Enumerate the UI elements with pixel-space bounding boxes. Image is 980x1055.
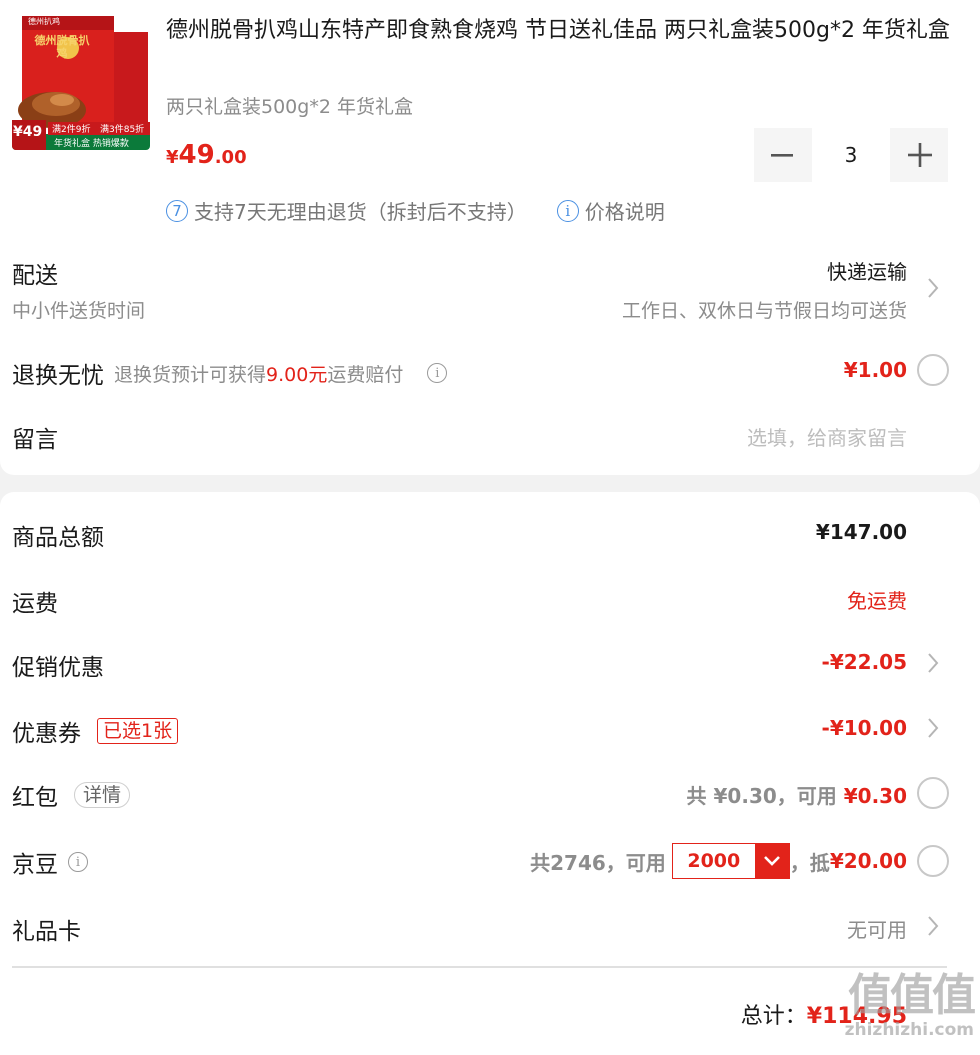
beans-select[interactable]: 2000 bbox=[671, 843, 790, 879]
return-worry-amount: 9.00元 bbox=[266, 363, 328, 386]
coupon-selected-tag[interactable]: 已选1张 bbox=[97, 718, 179, 744]
product-image-promo2: 满3件85折 bbox=[100, 125, 145, 135]
product-image-promo1: 满2件9折 bbox=[52, 125, 91, 135]
goods-total-value: ¥147.00 bbox=[815, 520, 907, 544]
return-worry-info-icon[interactable]: i bbox=[427, 363, 448, 383]
watermark-logo: 值值值 bbox=[848, 970, 976, 1021]
return-policy-text[interactable]: 支持7天无理由退货（拆封后不支持） bbox=[194, 196, 527, 225]
total-label: 总计： bbox=[740, 1004, 807, 1029]
beans-row: 京豆 i bbox=[12, 845, 88, 879]
return-worry-radio[interactable] bbox=[917, 354, 949, 386]
beans-select-value: 2000 bbox=[687, 850, 741, 872]
quantity-stepper: 3 bbox=[754, 128, 948, 182]
redpacket-value: 共 ¥0.30，可用 ¥0.30 bbox=[687, 780, 907, 809]
coupon-value[interactable]: -¥10.00 bbox=[822, 716, 907, 740]
redpacket-label: 红包 bbox=[12, 785, 58, 811]
message-label: 留言 bbox=[12, 427, 58, 453]
coupon-chevron-icon[interactable] bbox=[926, 716, 940, 744]
summary-divider bbox=[12, 966, 947, 968]
promotion-label: 促销优惠 bbox=[12, 655, 104, 681]
return-worry-desc-pre: 退换货预计可获得 bbox=[114, 363, 267, 386]
delivery-method[interactable]: 快递运输 bbox=[827, 256, 907, 285]
watermark: 值值值 zhizhizhi.com bbox=[844, 970, 976, 1041]
shipping-value: 免运费 bbox=[847, 589, 907, 613]
redpacket-available: ¥0.30 bbox=[843, 784, 907, 808]
shipping-label: 运费 bbox=[12, 591, 58, 617]
return-worry-desc: 退换货预计可获得9.00元运费赔付 bbox=[114, 360, 403, 387]
delivery-time[interactable]: 工作日、双休日与节假日均可送货 bbox=[622, 296, 907, 323]
order-item-card: 德州扒鸡 德州脱骨扒鸡 ¥49 满2件9折 满3件85折 年货礼盒 热销爆款 德… bbox=[0, 0, 980, 475]
coupon-label: 优惠券 bbox=[12, 721, 81, 747]
product-spec[interactable]: 两只礼盒装500g*2 年货礼盒 bbox=[166, 92, 413, 119]
minus-icon bbox=[771, 154, 793, 157]
beans-deduct-text: ，抵 bbox=[789, 850, 830, 875]
promotion-chevron-icon[interactable] bbox=[926, 651, 940, 679]
product-price: ¥49.00 bbox=[166, 140, 247, 170]
beans-radio[interactable] bbox=[917, 845, 949, 877]
product-image-price-badge: ¥49 bbox=[13, 124, 43, 140]
redpacket-row: 红包 详情 bbox=[12, 778, 131, 812]
product-image[interactable]: 德州扒鸡 德州脱骨扒鸡 ¥49 满2件9折 满3件85折 年货礼盒 热销爆款 bbox=[12, 12, 150, 150]
product-image-banner: 年货礼盒 热销爆款 bbox=[54, 139, 129, 149]
redpacket-radio[interactable] bbox=[917, 777, 949, 809]
promotion-value[interactable]: -¥22.05 bbox=[822, 650, 907, 674]
product-image-box-title: 德州脱骨扒鸡 bbox=[34, 34, 90, 60]
delivery-label: 配送 bbox=[12, 263, 58, 289]
beans-label: 京豆 bbox=[12, 852, 58, 878]
beans-value: 共2746，可用 2000 ，抵 ¥20.00 bbox=[530, 843, 907, 879]
redpacket-detail-button[interactable]: 详情 bbox=[74, 782, 131, 808]
giftcard-label: 礼品卡 bbox=[12, 919, 81, 945]
price-currency: ¥ bbox=[166, 147, 179, 168]
delivery-sub: 中小件送货时间 bbox=[12, 300, 146, 322]
price-info-icon[interactable]: i bbox=[556, 199, 579, 222]
return-worry-label: 退换无忧 bbox=[12, 363, 104, 389]
message-input[interactable]: 选填，给商家留言 bbox=[747, 422, 907, 451]
beans-deduct-value: ¥20.00 bbox=[829, 849, 907, 873]
giftcard-chevron-icon[interactable] bbox=[926, 914, 940, 942]
price-integer: 49 bbox=[178, 140, 215, 170]
return-worry-row: 退换无忧 退换货预计可获得9.00元运费赔付 i bbox=[12, 356, 448, 390]
beans-info-icon[interactable]: i bbox=[68, 852, 88, 872]
return-worry-price: ¥1.00 bbox=[843, 358, 907, 382]
giftcard-value[interactable]: 无可用 bbox=[847, 914, 907, 943]
price-decimal: .00 bbox=[214, 147, 247, 168]
coupon-row: 优惠券 已选1张 bbox=[12, 714, 179, 748]
redpacket-total-text: 共 ¥0.30，可用 bbox=[686, 784, 844, 808]
return-7day-icon: 7 bbox=[166, 199, 188, 222]
decrease-button[interactable] bbox=[754, 128, 810, 182]
goods-total-label: 商品总额 bbox=[12, 525, 104, 551]
plus-icon bbox=[908, 143, 932, 167]
chevron-down-icon[interactable] bbox=[754, 844, 789, 878]
watermark-url: zhizhizhi.com bbox=[844, 1020, 974, 1040]
beans-total-text: 共2746，可用 bbox=[530, 850, 666, 875]
product-title[interactable]: 德州脱骨扒鸡山东特产即食熟食烧鸡 节日送礼佳品 两只礼盒装500g*2 年货礼盒 bbox=[166, 14, 956, 48]
product-image-brand: 德州扒鸡 bbox=[28, 17, 60, 26]
service-info: 7 支持7天无理由退货（拆封后不支持） i 价格说明 bbox=[166, 196, 665, 225]
quantity-input[interactable]: 3 bbox=[810, 128, 892, 182]
increase-button[interactable] bbox=[892, 128, 948, 182]
price-explain-link[interactable]: 价格说明 bbox=[585, 196, 665, 225]
price-summary-card bbox=[0, 492, 980, 1055]
delivery-chevron-icon[interactable] bbox=[926, 276, 940, 304]
return-worry-desc-post: 运费赔付 bbox=[327, 363, 404, 386]
